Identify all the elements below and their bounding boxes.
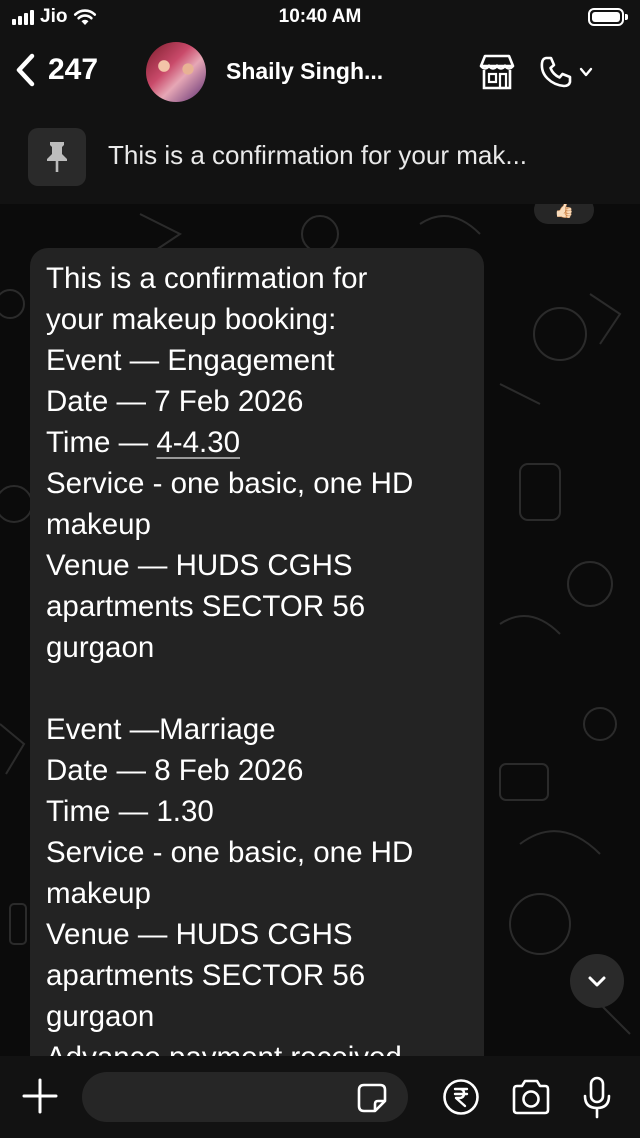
message-line: Time — 1.30 <box>46 795 214 828</box>
chat-area[interactable]: 👍🏻 This is a confirmation for your makeu… <box>0 204 640 1056</box>
message-line: gurgaon <box>46 1000 155 1033</box>
time-link[interactable]: 4-4.30 <box>156 426 240 459</box>
pinned-message-bar[interactable]: This is a confirmation for your mak... <box>0 120 640 204</box>
rupee-icon[interactable] <box>442 1078 480 1116</box>
message-line: Event —Marriage <box>46 713 276 746</box>
pin-icon <box>47 142 67 172</box>
message-line: makeup <box>46 508 151 541</box>
message-bubble[interactable]: This is a confirmation for your makeup b… <box>30 248 484 1056</box>
message-line: gurgaon <box>46 631 155 664</box>
status-bar: Jio 10:40 AM <box>0 0 640 36</box>
reaction-badge[interactable]: 👍🏻 <box>534 204 594 224</box>
chevron-down-icon <box>579 67 593 77</box>
message-line: This is a confirmation for <box>46 262 368 295</box>
back-button[interactable]: 247 <box>12 50 98 90</box>
battery-icon <box>588 8 628 26</box>
composer-bar <box>0 1056 640 1138</box>
message-line: makeup <box>46 877 151 910</box>
camera-icon[interactable] <box>510 1078 552 1116</box>
contact-name[interactable]: Shaily Singh... <box>226 58 383 85</box>
pin-tile <box>28 128 86 186</box>
message-line: Venue — HUDS CGHS <box>46 918 353 951</box>
message-line: Date — 8 Feb 2026 <box>46 754 304 787</box>
chat-header: 247 Shaily Singh... <box>0 36 640 120</box>
unread-count: 247 <box>48 53 99 86</box>
avatar[interactable] <box>146 42 206 102</box>
message-line: Service - one basic, one HD <box>46 467 414 500</box>
sticker-icon[interactable] <box>356 1082 388 1114</box>
status-time: 10:40 AM <box>278 6 362 27</box>
time-label: Time — <box>46 426 157 459</box>
message-line: Venue — HUDS CGHS <box>46 549 353 582</box>
chevron-down-icon <box>588 976 606 987</box>
mic-icon[interactable] <box>582 1076 612 1120</box>
call-button[interactable] <box>538 52 600 92</box>
back-chevron-icon <box>16 53 35 87</box>
message-line-time: Time — 4-4.30 <box>46 422 468 463</box>
plus-icon[interactable] <box>20 1076 60 1116</box>
message-line: Advance payment received <box>46 1037 468 1056</box>
message-line: Event — Engagement <box>46 344 335 377</box>
message-line: your makeup booking: <box>46 303 337 336</box>
shop-icon[interactable] <box>476 52 518 92</box>
message-line: apartments SECTOR 56 <box>46 959 366 992</box>
phone-icon <box>540 56 572 88</box>
message-line: Date — 7 Feb 2026 <box>46 385 304 418</box>
message-line: apartments SECTOR 56 <box>46 590 366 623</box>
scroll-to-bottom-button[interactable] <box>570 954 624 1008</box>
message-line: Service - one basic, one HD <box>46 836 414 869</box>
pinned-text: This is a confirmation for your mak... <box>108 140 528 170</box>
